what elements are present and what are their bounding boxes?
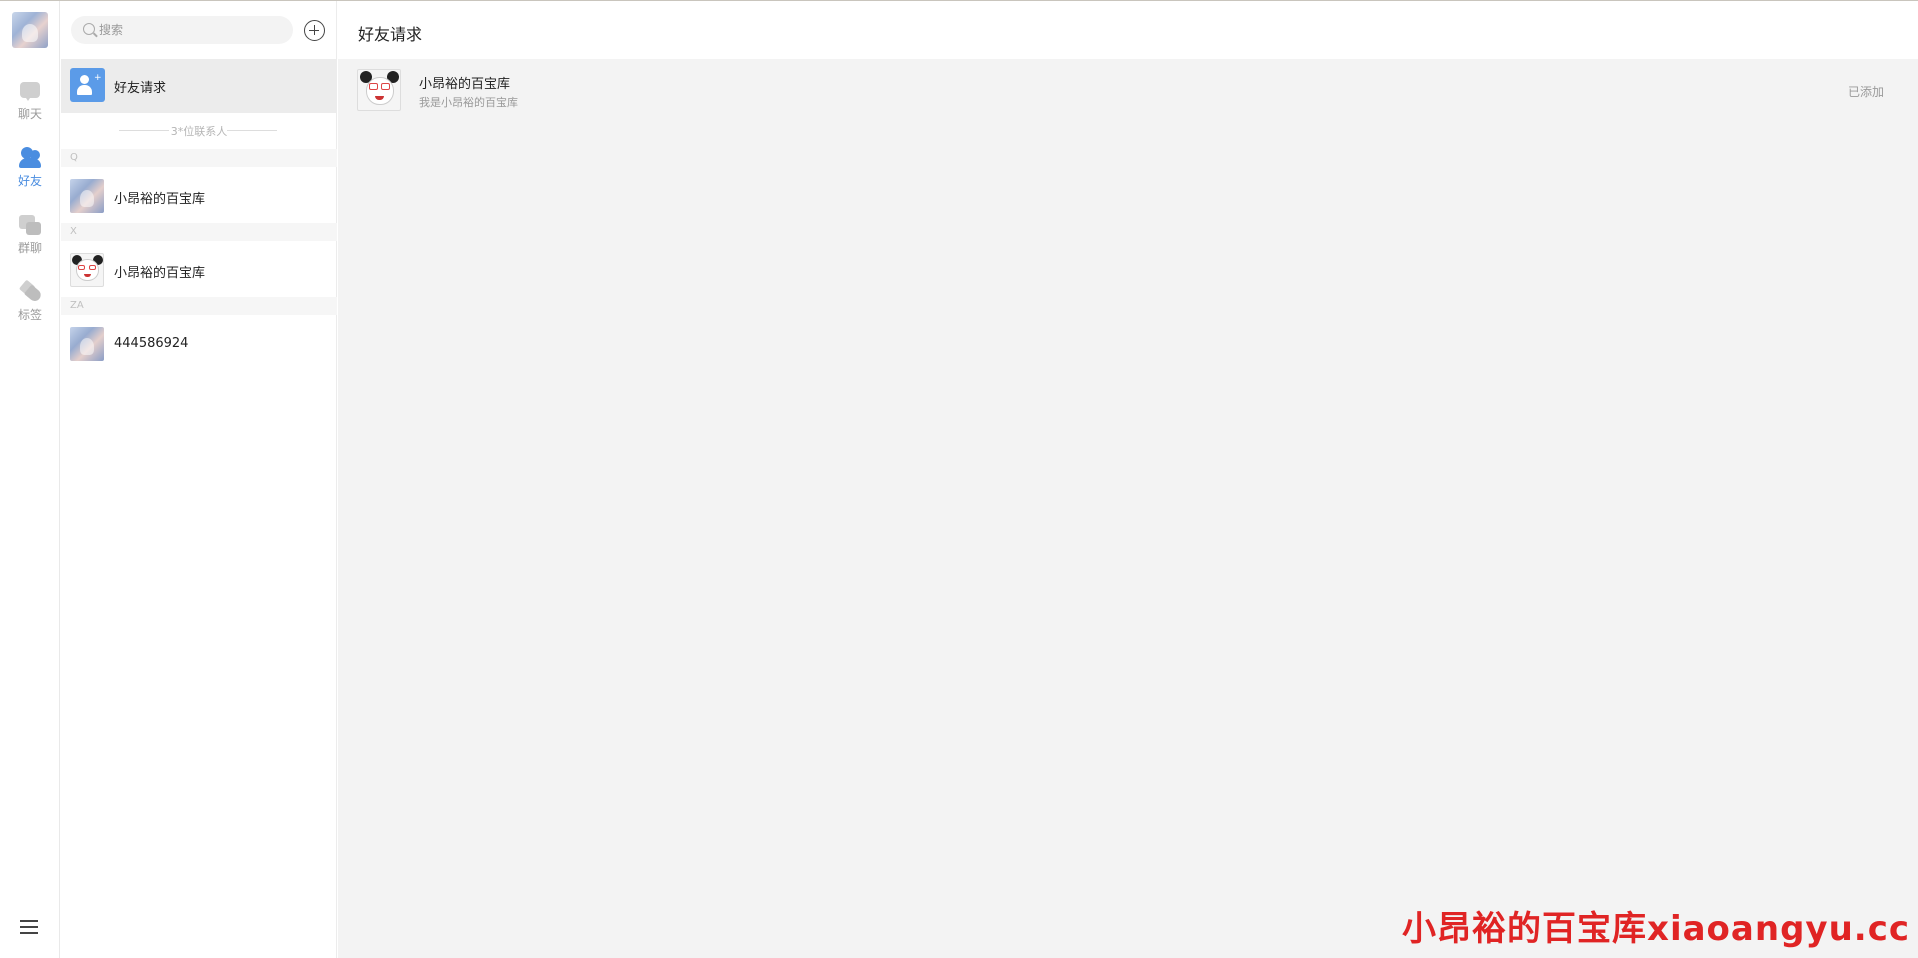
contact-count-divider: 3*位联系人	[61, 123, 337, 139]
contact-item[interactable]: 444586924	[61, 318, 337, 372]
group-chat-icon	[18, 213, 42, 237]
contact-count: 3*位联系人	[170, 125, 228, 138]
nav-chat-label: 聊天	[17, 107, 42, 121]
add-friend-icon: +	[70, 68, 105, 102]
nav-friends[interactable]: 好友	[0, 146, 60, 198]
contact-avatar	[70, 327, 104, 361]
search-icon	[83, 23, 95, 35]
nav-rail: 聊天 好友 群聊 标签	[0, 1, 60, 958]
section-header-q: Q	[61, 149, 337, 167]
search-input[interactable]	[99, 20, 284, 40]
contact-name: 小昂裕的百宝库	[114, 266, 206, 281]
contact-item[interactable]: 小昂裕的百宝库	[61, 244, 337, 298]
user-avatar[interactable]	[12, 12, 48, 48]
chat-icon	[18, 79, 42, 103]
nav-tags[interactable]: 标签	[0, 280, 60, 332]
requester-name: 小昂裕的百宝库	[419, 77, 511, 92]
nav-group-chat[interactable]: 群聊	[0, 213, 60, 265]
contact-name: 小昂裕的百宝库	[114, 192, 206, 207]
friend-request-label: 好友请求	[114, 81, 167, 96]
main-header: 好友请求	[338, 1, 1918, 59]
nav-chat[interactable]: 聊天	[0, 79, 60, 131]
requester-avatar	[357, 69, 401, 111]
friends-icon	[18, 146, 42, 170]
request-message: 我是小昂裕的百宝库	[419, 96, 518, 109]
contacts-panel: + 好友请求 3*位联系人 Q 小昂裕的百宝库 X 小昂裕的百宝库	[61, 1, 337, 958]
friend-request-entry[interactable]: + 好友请求	[61, 59, 337, 113]
add-contact-button[interactable]	[304, 20, 325, 41]
contact-item[interactable]: 小昂裕的百宝库	[61, 170, 337, 224]
search-box	[71, 16, 293, 44]
contact-avatar	[70, 179, 104, 213]
nav-group-chat-label: 群聊	[17, 241, 42, 255]
contact-avatar	[70, 253, 104, 287]
friend-request-item[interactable]: 小昂裕的百宝库 我是小昂裕的百宝库 已添加	[338, 63, 1918, 117]
nav-friends-label: 好友	[17, 174, 42, 188]
section-header-za: ZA	[61, 297, 337, 315]
app-window: 聊天 好友 群聊 标签 + 好友请求	[0, 0, 1918, 958]
main-pane: 好友请求 小昂裕的百宝库 我是小昂裕的百宝库 已添加 小昂裕的百宝库xiaoan…	[338, 1, 1918, 958]
watermark: 小昂裕的百宝库xiaoangyu.cc	[1402, 909, 1910, 949]
request-status: 已添加	[1847, 85, 1884, 99]
tag-icon	[18, 280, 42, 304]
hamburger-menu-icon[interactable]	[20, 920, 38, 934]
nav-tags-label: 标签	[17, 308, 42, 322]
contact-name: 444586924	[114, 336, 189, 351]
page-title: 好友请求	[358, 25, 423, 44]
section-header-x: X	[61, 223, 337, 241]
